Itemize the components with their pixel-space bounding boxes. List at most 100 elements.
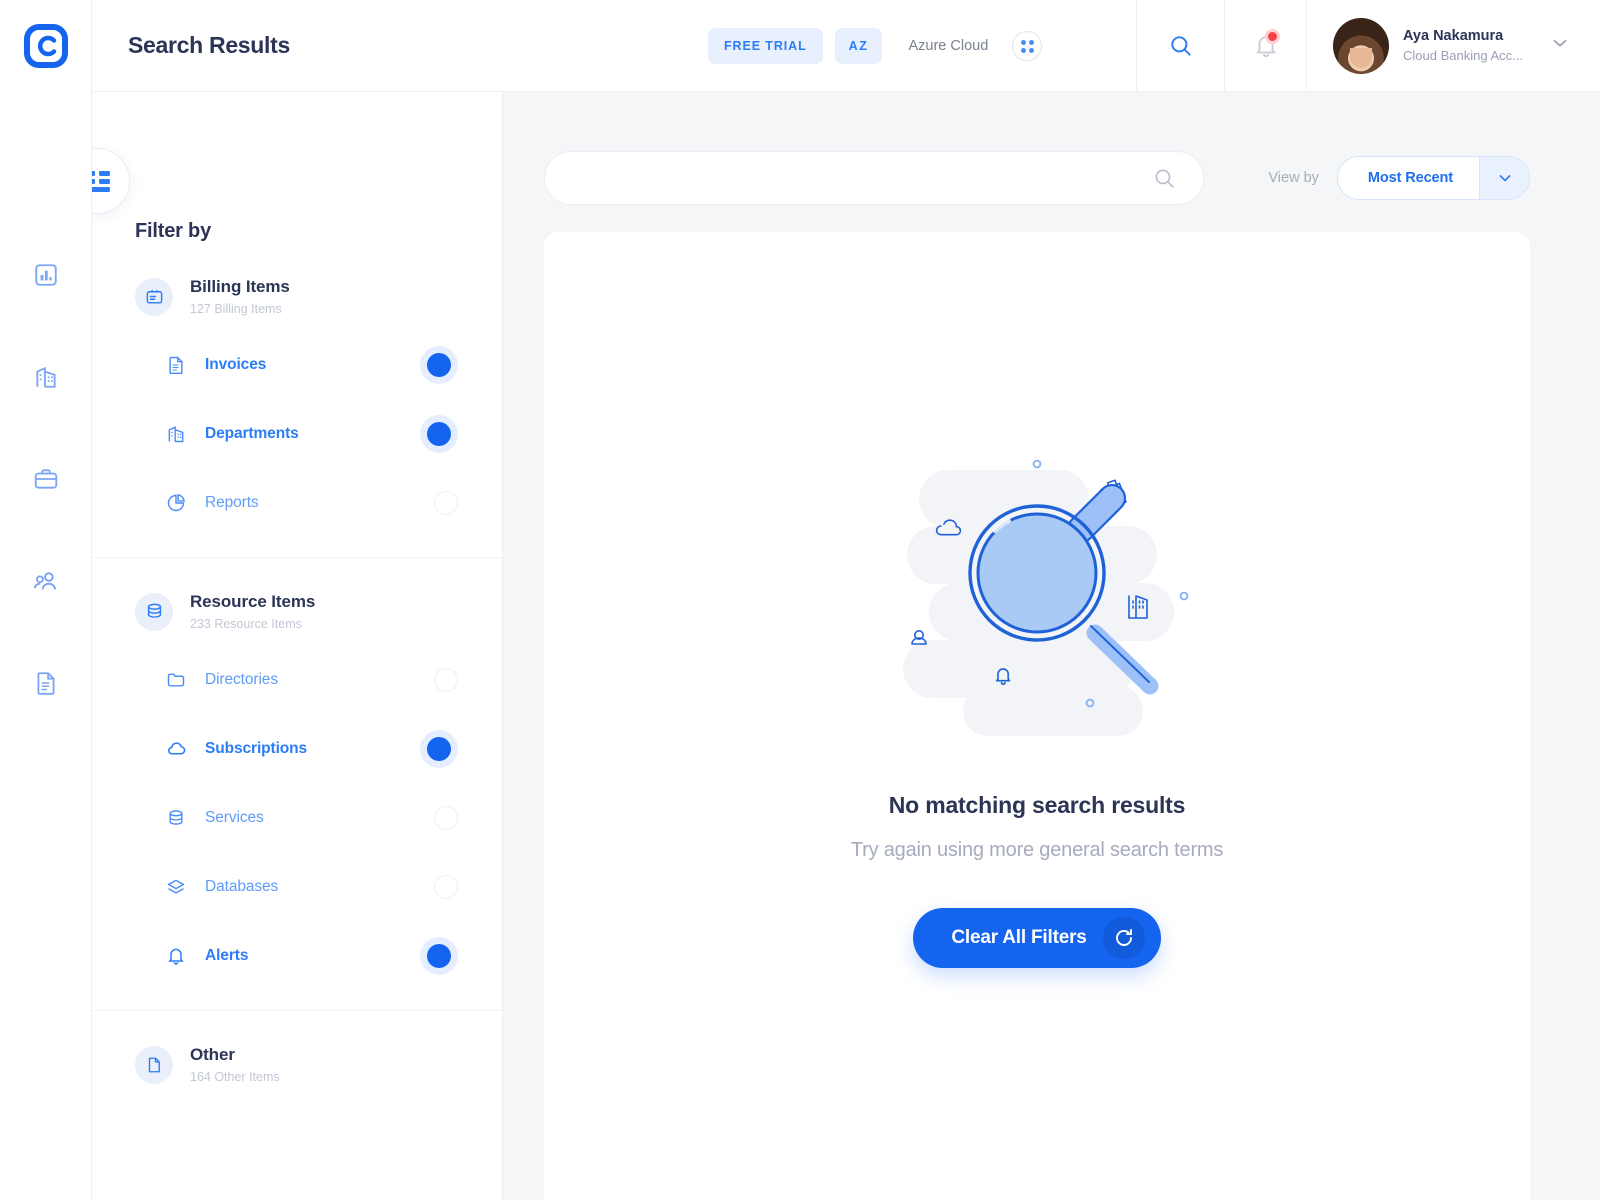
briefcase-icon <box>34 469 57 489</box>
top-bar: Search Results FREE TRIAL AZ Azure Cloud <box>92 0 1600 92</box>
analytics-chart-icon <box>34 264 57 286</box>
database-icon <box>135 592 173 631</box>
filter-item-departments[interactable]: Departments <box>92 399 502 468</box>
clear-all-filters-button[interactable]: Clear All Filters <box>913 908 1161 968</box>
empty-state-title: No matching search results <box>888 792 1186 818</box>
filter-item-label: Directories <box>205 670 278 688</box>
filter-item-label: Departments <box>205 424 299 442</box>
filter-item-directories[interactable]: Directories <box>92 645 502 714</box>
refresh-icon <box>1102 917 1145 959</box>
filter-group-header[interactable]: Billing Items 127 Billing Items <box>135 277 502 316</box>
filter-item-subscriptions[interactable]: Subscriptions <box>92 714 502 783</box>
notifications-button[interactable] <box>1224 0 1306 92</box>
view-by-group: View by Most Recent <box>1268 156 1530 200</box>
filter-radio[interactable] <box>434 667 458 692</box>
filter-group-billing: Billing Items 127 Billing Items <box>92 277 502 316</box>
divider <box>92 1010 502 1011</box>
filter-group-text: Other 164 Other Items <box>190 1045 280 1084</box>
search-icon <box>1155 169 1174 188</box>
sidebar-item-analytics[interactable] <box>23 252 69 298</box>
view-by-value: Most Recent <box>1367 170 1453 186</box>
filter-item-services[interactable]: Services <box>92 783 502 852</box>
empty-state: No matching search results Try again usi… <box>544 428 1530 968</box>
file-text-icon <box>166 355 192 375</box>
filter-panel-title: Filter by <box>135 220 211 242</box>
filter-group-title: Other <box>190 1045 235 1064</box>
filter-group-header[interactable]: Resource Items 233 Resource Items <box>135 592 502 631</box>
divider <box>92 557 502 558</box>
user-name: Aya Nakamura <box>1403 28 1504 44</box>
search-icon <box>1170 35 1191 56</box>
filter-item-databases[interactable]: Databases <box>92 852 502 921</box>
content-toolbar: View by Most Recent <box>503 92 1600 205</box>
view-by-label: View by <box>1268 170 1319 186</box>
filter-radio[interactable] <box>434 874 458 899</box>
sidebar-item-departments[interactable] <box>23 354 69 400</box>
filter-item-reports[interactable]: Reports <box>92 468 502 537</box>
document-icon <box>135 1045 173 1084</box>
header-search-button[interactable] <box>1136 0 1224 92</box>
cloud-label: Azure Cloud <box>908 38 989 54</box>
sidebar-item-users[interactable] <box>23 558 69 604</box>
user-menu[interactable]: Aya Nakamura Cloud Banking Acc... <box>1306 0 1600 92</box>
filter-group-other: Other 164 Other Items <box>92 1045 502 1084</box>
sidebar-item-billing[interactable] <box>23 456 69 502</box>
empty-state-subtitle: Try again using more general search term… <box>850 839 1224 861</box>
bell-icon <box>166 946 192 966</box>
search-input[interactable] <box>573 169 1152 187</box>
cloud-icon <box>166 738 192 759</box>
empty-illustration-svg <box>903 459 1189 736</box>
menu-toggle-icon <box>92 170 110 192</box>
filter-item-label: Subscriptions <box>205 739 308 757</box>
building-icon <box>35 366 56 388</box>
chevron-down-icon[interactable] <box>1479 157 1529 199</box>
filter-group-subtitle: 164 Other Items <box>190 1070 280 1084</box>
filter-radio[interactable] <box>434 490 458 515</box>
avatar <box>1333 17 1389 74</box>
filter-item-list-resource: Directories Subscriptions Services Datab… <box>92 631 502 1010</box>
user-role: Cloud Banking Acc... <box>1403 48 1523 63</box>
folder-icon <box>166 670 192 690</box>
content-area: View by Most Recent No matching search r… <box>503 92 1600 1200</box>
filter-radio[interactable] <box>427 352 451 377</box>
filter-radio[interactable] <box>427 421 451 446</box>
user-meta: Aya Nakamura Cloud Banking Acc... <box>1403 28 1523 63</box>
filter-group-subtitle: 233 Resource Items <box>190 617 302 631</box>
filter-group-title: Resource Items <box>190 592 316 611</box>
calendar-briefcase-icon <box>135 277 173 316</box>
pie-chart-icon <box>166 493 192 513</box>
filter-item-list-billing: Invoices Departments Reports <box>92 316 502 557</box>
filter-item-alerts[interactable]: Alerts <box>92 921 502 990</box>
topbar-center-group: FREE TRIAL AZ Azure Cloud <box>708 0 1043 92</box>
page-title: Search Results <box>128 32 290 58</box>
filter-group-text: Resource Items 233 Resource Items <box>190 592 315 631</box>
filter-radio[interactable] <box>427 943 451 968</box>
filter-group-resource: Resource Items 233 Resource Items <box>92 592 502 631</box>
filter-radio[interactable] <box>434 805 458 830</box>
free-trial-badge[interactable]: FREE TRIAL <box>708 28 823 64</box>
search-bar[interactable] <box>544 151 1204 205</box>
app-root: Search Results FREE TRIAL AZ Azure Cloud <box>0 0 1600 1200</box>
filter-group-header[interactable]: Other 164 Other Items <box>135 1045 502 1084</box>
cloud-c-logo-icon <box>23 24 68 68</box>
grid-apps-button[interactable] <box>1012 31 1043 61</box>
document-icon <box>36 672 55 695</box>
people-icon <box>33 571 57 589</box>
view-by-dropdown[interactable]: Most Recent <box>1336 156 1530 200</box>
grid-dots-icon <box>1020 39 1034 53</box>
layers-icon <box>166 877 192 897</box>
az-badge[interactable]: AZ <box>834 28 883 64</box>
filter-group-text: Billing Items 127 Billing Items <box>190 277 290 316</box>
notification-badge <box>1265 28 1280 44</box>
sidebar-item-documents[interactable] <box>23 660 69 706</box>
filter-radio[interactable] <box>427 736 451 761</box>
filter-group-title: Billing Items <box>190 277 290 296</box>
app-logo[interactable] <box>0 0 92 92</box>
icon-rail <box>0 0 92 1200</box>
filter-item-label: Reports <box>205 493 259 511</box>
filter-item-label: Services <box>205 808 264 826</box>
topbar-right-group: Aya Nakamura Cloud Banking Acc... <box>1136 0 1600 92</box>
chevron-down-icon <box>1549 32 1571 59</box>
filter-group-subtitle: 127 Billing Items <box>190 302 282 316</box>
filter-item-invoices[interactable]: Invoices <box>92 330 502 399</box>
